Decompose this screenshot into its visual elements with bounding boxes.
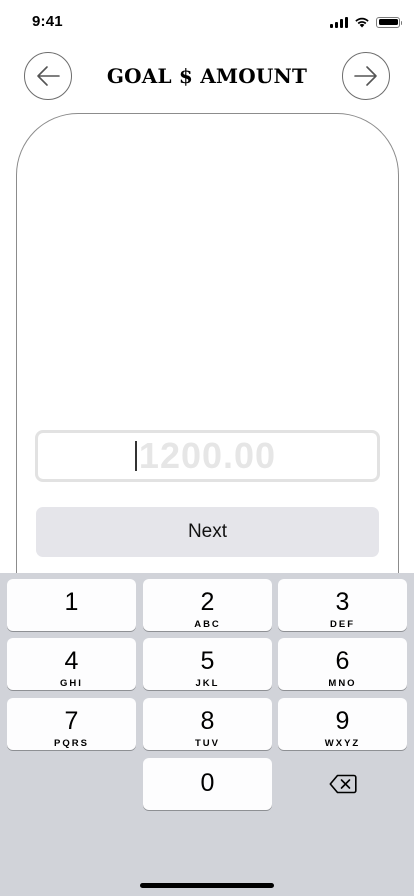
amount-input[interactable]: 1200.00 [35,430,380,482]
key-9[interactable]: 9 WXYZ [278,698,407,750]
key-digit: 9 [335,707,350,735]
home-indicator[interactable] [140,883,274,888]
key-digit: 5 [200,647,215,675]
status-icons [330,15,402,29]
key-digit: 3 [335,588,350,616]
key-digit: 2 [200,588,215,616]
key-3[interactable]: 3 DEF [278,579,407,631]
status-time: 9:41 [32,13,63,30]
key-digit: 8 [200,707,215,735]
header: GOAL $ AMOUNT [0,52,414,100]
key-letters: WXYZ [324,738,361,749]
backspace-icon [329,774,357,794]
cellular-signal-icon [330,16,348,28]
key-letters: DEF [330,619,355,630]
key-digit: 1 [64,588,79,616]
key-letters: GHI [60,678,83,689]
key-0[interactable]: 0 [143,758,272,810]
key-digit: 4 [64,647,79,675]
key-digit: 0 [200,769,215,797]
key-1[interactable]: 1 [7,579,136,631]
key-7[interactable]: 7 PQRS [7,698,136,750]
key-digit: 7 [64,707,79,735]
status-bar: 9:41 [0,0,414,44]
wifi-icon [355,17,369,28]
battery-level [378,19,398,25]
text-cursor [135,441,137,471]
next-button[interactable]: Next [36,507,379,557]
key-letters: PQRS [54,738,89,749]
key-8[interactable]: 8 TUV [143,698,272,750]
key-5[interactable]: 5 JKL [143,638,272,690]
key-letters: JKL [195,678,220,689]
key-4[interactable]: 4 GHI [7,638,136,690]
key-digit: 6 [335,647,350,675]
numeric-keypad: 1 2 ABC 3 DEF 4 GHI 5 JKL 6 MNO 7 PQRS 8… [0,573,414,896]
key-letters: TUV [195,738,220,749]
amount-placeholder: 1200.00 [138,435,277,476]
key-2[interactable]: 2 ABC [143,579,272,631]
forward-button[interactable] [342,52,390,100]
arrow-right-icon [354,66,377,86]
delete-key[interactable] [278,758,407,810]
battery-icon [376,16,402,28]
key-letters: MNO [328,678,357,689]
key-letters: ABC [194,619,221,630]
key-6[interactable]: 6 MNO [278,638,407,690]
